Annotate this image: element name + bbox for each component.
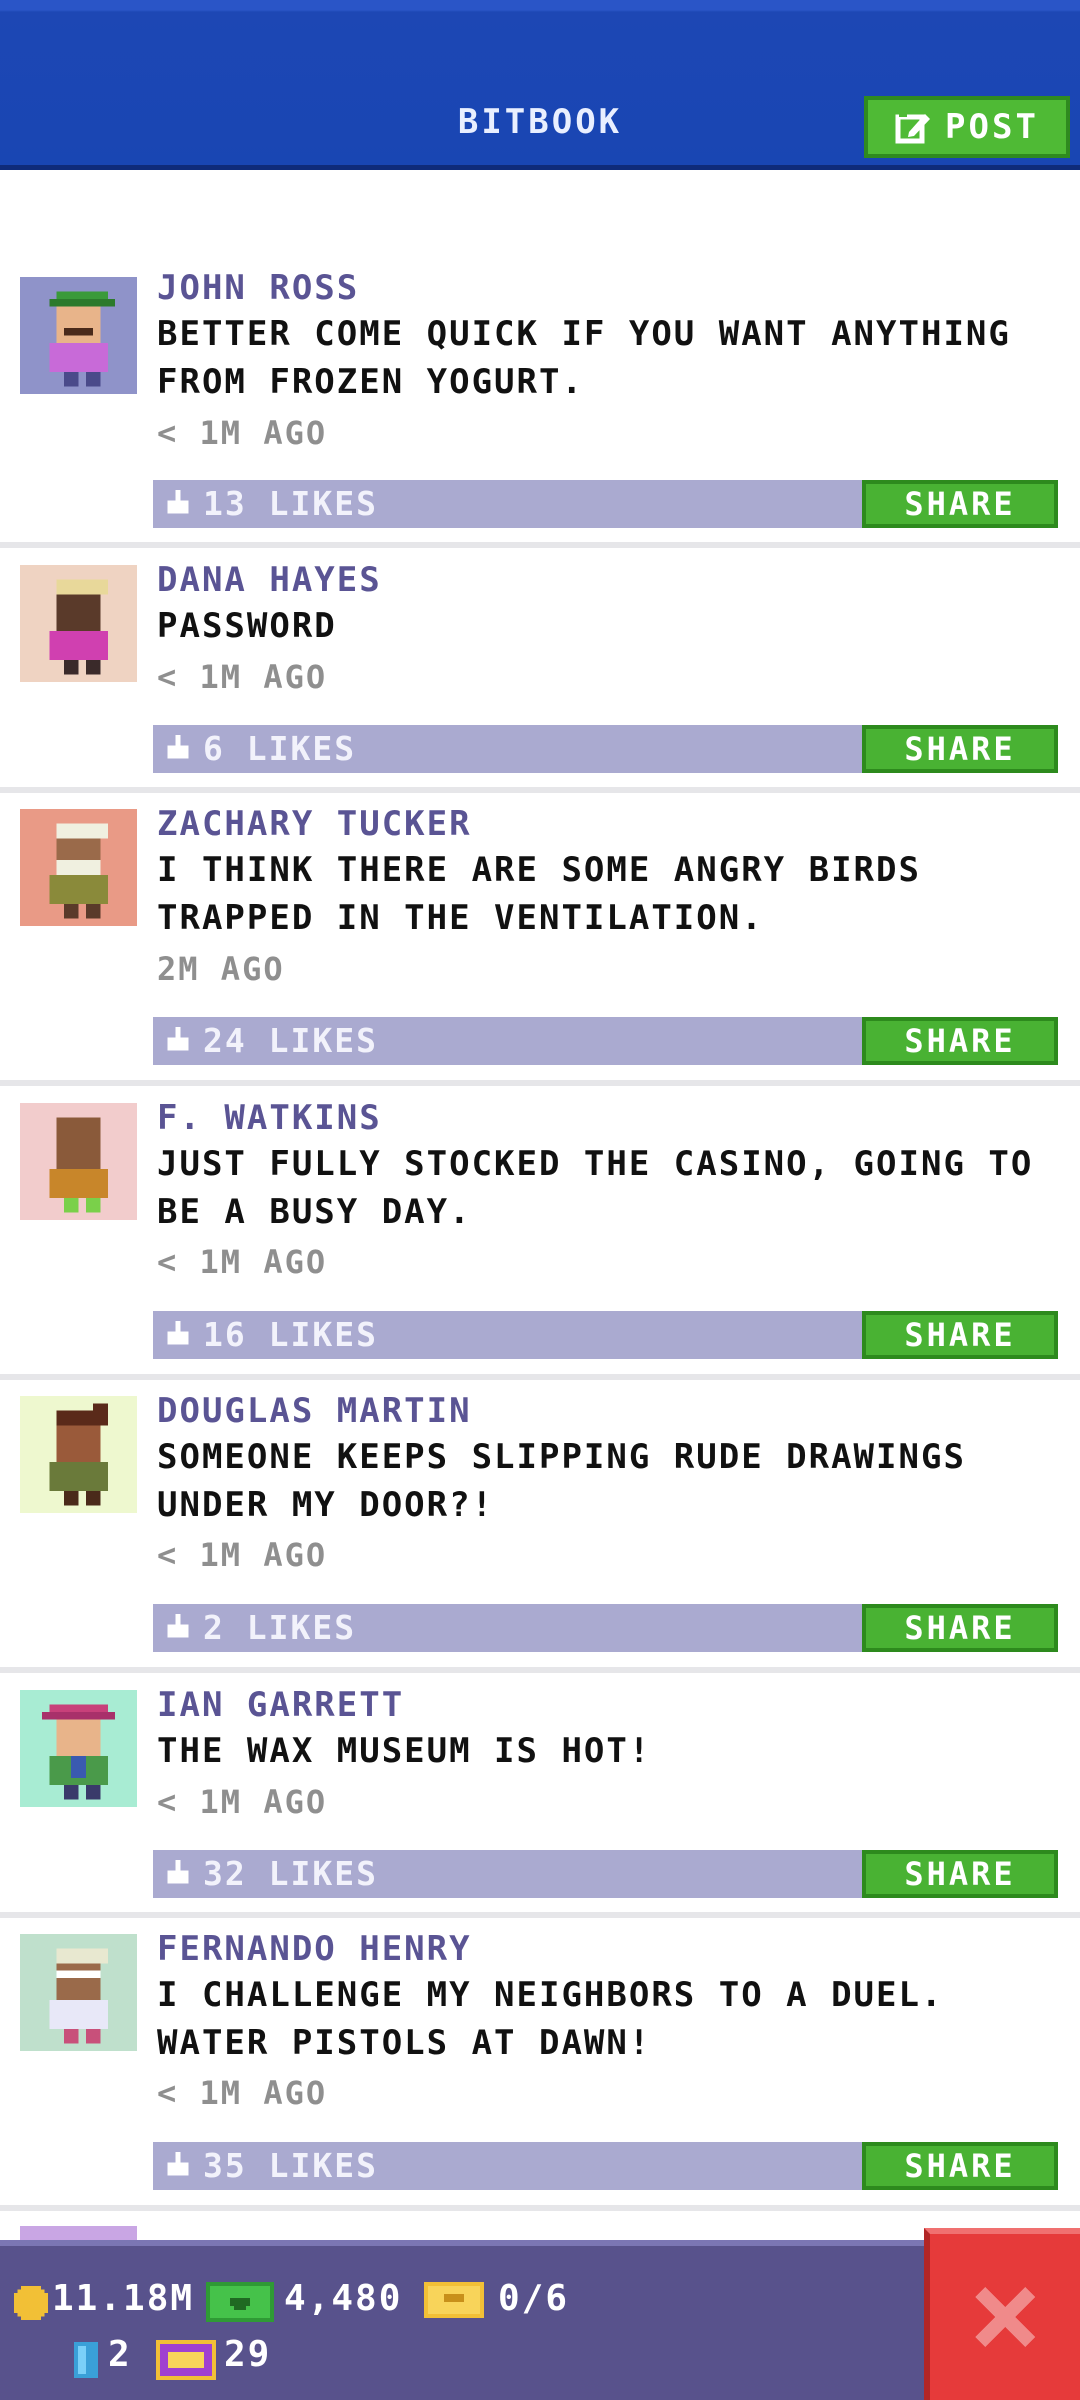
close-button[interactable]	[924, 2228, 1080, 2400]
like-thumb-icon[interactable]	[165, 1860, 191, 1886]
likes-count: 35 LIKES	[203, 2146, 378, 2185]
post-author[interactable]: DANA HAYES	[157, 560, 382, 600]
like-thumb-icon[interactable]	[165, 2152, 191, 2178]
avatar	[20, 277, 137, 394]
feed-post: DANA HAYES PASSWORD < 1M AGO 6 LIKES SHA…	[0, 548, 1080, 793]
ticket-icon	[424, 2282, 484, 2318]
post-author[interactable]: FERNANDO HENRY	[157, 1929, 472, 1969]
post-time: 2M AGO	[157, 950, 285, 988]
share-button[interactable]: SHARE	[862, 1850, 1058, 1898]
feed-post: JOHN ROSS BETTER COME QUICK IF YOU WANT …	[0, 170, 1080, 548]
compose-icon	[895, 112, 931, 144]
likes-count: 13 LIKES	[203, 484, 378, 523]
resource-bar: 11.18M 4,480 0/6 2 29	[0, 2240, 1080, 2400]
post-button[interactable]: POST	[864, 96, 1070, 158]
like-thumb-icon[interactable]	[165, 490, 191, 516]
post-time: < 1M AGO	[157, 1783, 328, 1821]
post-time: < 1M AGO	[157, 658, 328, 696]
post-author[interactable]: F. WATKINS	[157, 1098, 382, 1138]
feed-post: F. WATKINS JUST FULLY STOCKED THE CASINO…	[0, 1086, 1080, 1380]
close-icon	[975, 2287, 1035, 2347]
coins-value: 11.18M	[52, 2278, 195, 2319]
post-message: BETTER COME QUICK IF YOU WANT ANYTHING F…	[157, 314, 1011, 402]
like-bar[interactable]: 6 LIKES SHARE	[153, 725, 1058, 773]
likes-count: 32 LIKES	[203, 1854, 378, 1893]
post-message: PASSWORD	[157, 606, 337, 646]
feed-post: DOUGLAS MARTIN SOMEONE KEEPS SLIPPING RU…	[0, 1380, 1080, 1673]
avatar	[20, 1103, 137, 1220]
avatar	[20, 2226, 137, 2240]
elevator-icon	[74, 2342, 98, 2378]
like-thumb-icon[interactable]	[165, 735, 191, 761]
post-time: < 1M AGO	[157, 2074, 328, 2112]
post-message: JUST FULLY STOCKED THE CASINO, GOING TO …	[157, 1144, 1034, 1232]
post-time: < 1M AGO	[157, 414, 328, 452]
vip-icon	[156, 2340, 216, 2380]
post-author[interactable]: IAN GARRETT	[157, 1685, 404, 1725]
share-button[interactable]: SHARE	[862, 1311, 1058, 1359]
post-author[interactable]: ZACHARY TUCKER	[157, 804, 472, 844]
feed-post: IAN GARRETT THE WAX MUSEUM IS HOT! < 1M …	[0, 1673, 1080, 1918]
post-button-label: POST	[945, 107, 1039, 147]
tickets-value: 0/6	[498, 2278, 570, 2319]
like-bar[interactable]: 24 LIKES SHARE	[153, 1017, 1058, 1065]
likes-count: 24 LIKES	[203, 1021, 378, 1060]
like-bar[interactable]: 13 LIKES SHARE	[153, 480, 1058, 528]
coin-icon	[14, 2286, 48, 2320]
post-message: THE WAX MUSEUM IS HOT!	[157, 1731, 652, 1771]
like-thumb-icon[interactable]	[165, 1027, 191, 1053]
likes-count: 2 LIKES	[203, 1608, 357, 1647]
like-bar[interactable]: 2 LIKES SHARE	[153, 1604, 1058, 1652]
elevator-value: 2	[108, 2334, 132, 2375]
avatar	[20, 1396, 137, 1513]
like-bar[interactable]: 16 LIKES SHARE	[153, 1311, 1058, 1359]
like-thumb-icon[interactable]	[165, 1614, 191, 1640]
vip-value: 29	[224, 2334, 272, 2375]
like-bar[interactable]: 35 LIKES SHARE	[153, 2142, 1058, 2190]
like-bar[interactable]: 32 LIKES SHARE	[153, 1850, 1058, 1898]
share-button[interactable]: SHARE	[862, 1017, 1058, 1065]
avatar	[20, 565, 137, 682]
post-message: SOMEONE KEEPS SLIPPING RUDE DRAWINGS UND…	[157, 1437, 966, 1525]
avatar	[20, 1690, 137, 1807]
likes-count: 6 LIKES	[203, 729, 357, 768]
share-button[interactable]: SHARE	[862, 1604, 1058, 1652]
share-button[interactable]: SHARE	[862, 480, 1058, 528]
likes-count: 16 LIKES	[203, 1315, 378, 1354]
post-author[interactable]: DOUGLAS MARTIN	[157, 1391, 472, 1431]
bux-icon	[206, 2282, 274, 2322]
bux-value: 4,480	[284, 2278, 403, 2319]
post-time: < 1M AGO	[157, 1536, 328, 1574]
share-button[interactable]: SHARE	[862, 2142, 1058, 2190]
feed-post: FERNANDO HENRY I CHALLENGE MY NEIGHBORS …	[0, 1918, 1080, 2211]
like-thumb-icon[interactable]	[165, 1321, 191, 1347]
feed-post: ZACHARY TUCKER I THINK THERE ARE SOME AN…	[0, 793, 1080, 1086]
post-author[interactable]: JOHN ROSS	[157, 268, 359, 308]
app-header: BITBOOK POST	[0, 0, 1080, 170]
post-time: < 1M AGO	[157, 1243, 328, 1281]
share-button[interactable]: SHARE	[862, 725, 1058, 773]
post-message: I CHALLENGE MY NEIGHBORS TO A DUEL. WATE…	[157, 1975, 944, 2063]
avatar	[20, 809, 137, 926]
post-message: I THINK THERE ARE SOME ANGRY BIRDS TRAPP…	[157, 850, 921, 938]
avatar	[20, 1934, 137, 2051]
